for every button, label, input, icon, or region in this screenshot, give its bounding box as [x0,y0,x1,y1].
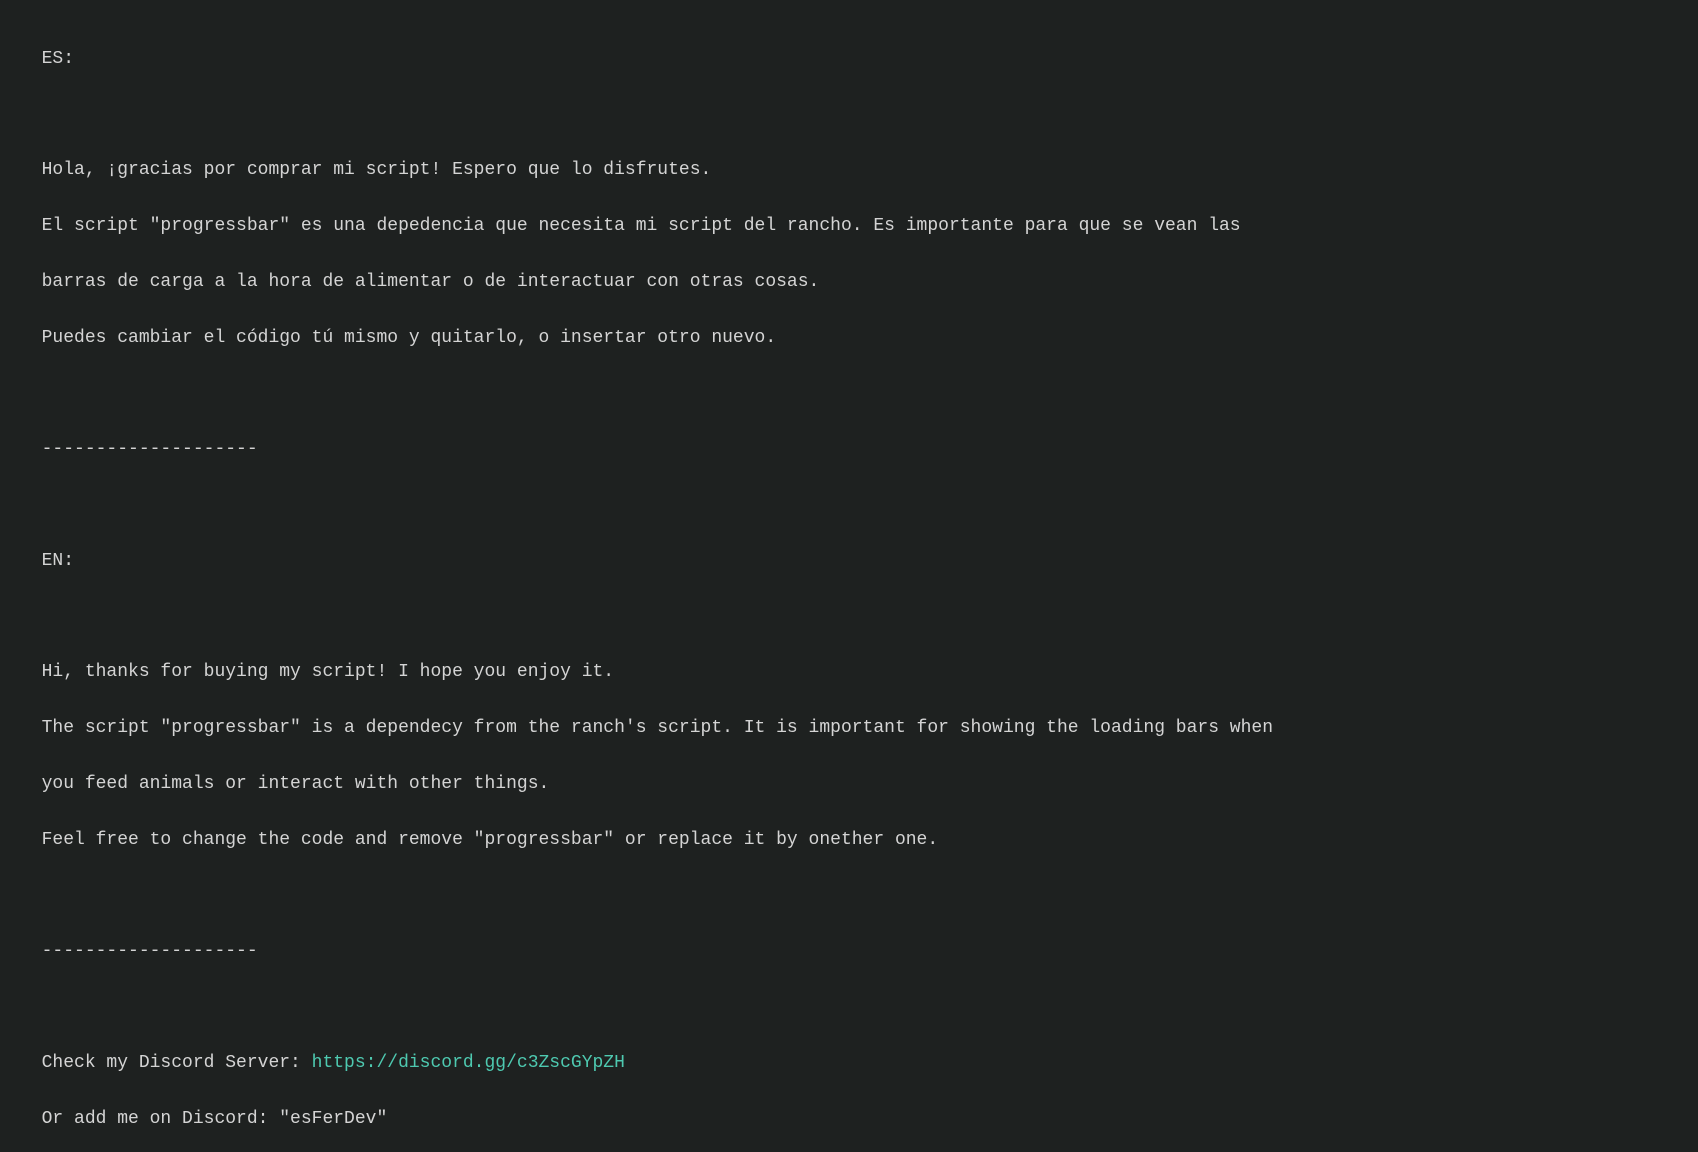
main-content: ES: Hola, ¡gracias por comprar mi script… [20,18,1678,1134]
es-line2: El script "progressbar" es una depedenci… [42,216,1241,236]
discord-server-link[interactable]: https://discord.gg/c3ZscGYpZH [312,1053,625,1073]
es-label: ES: [42,49,74,69]
divider2: -------------------- [42,941,258,961]
en-label: EN: [42,551,74,571]
divider1: -------------------- [42,439,258,459]
discord-server-prefix: Check my Discord Server: [42,1053,312,1073]
en-line1: Hi, thanks for buying my script! I hope … [42,662,615,682]
en-line2: The script "progressbar" is a dependecy … [42,718,1273,738]
es-line3: barras de carga a la hora de alimentar o… [42,272,820,292]
es-line1: Hola, ¡gracias por comprar mi script! Es… [42,160,712,180]
en-line3: you feed animals or interact with other … [42,774,550,794]
es-line4: Puedes cambiar el código tú mismo y quit… [42,328,777,348]
discord-add-me: Or add me on Discord: "esFerDev" [42,1109,388,1129]
en-line4: Feel free to change the code and remove … [42,830,939,850]
